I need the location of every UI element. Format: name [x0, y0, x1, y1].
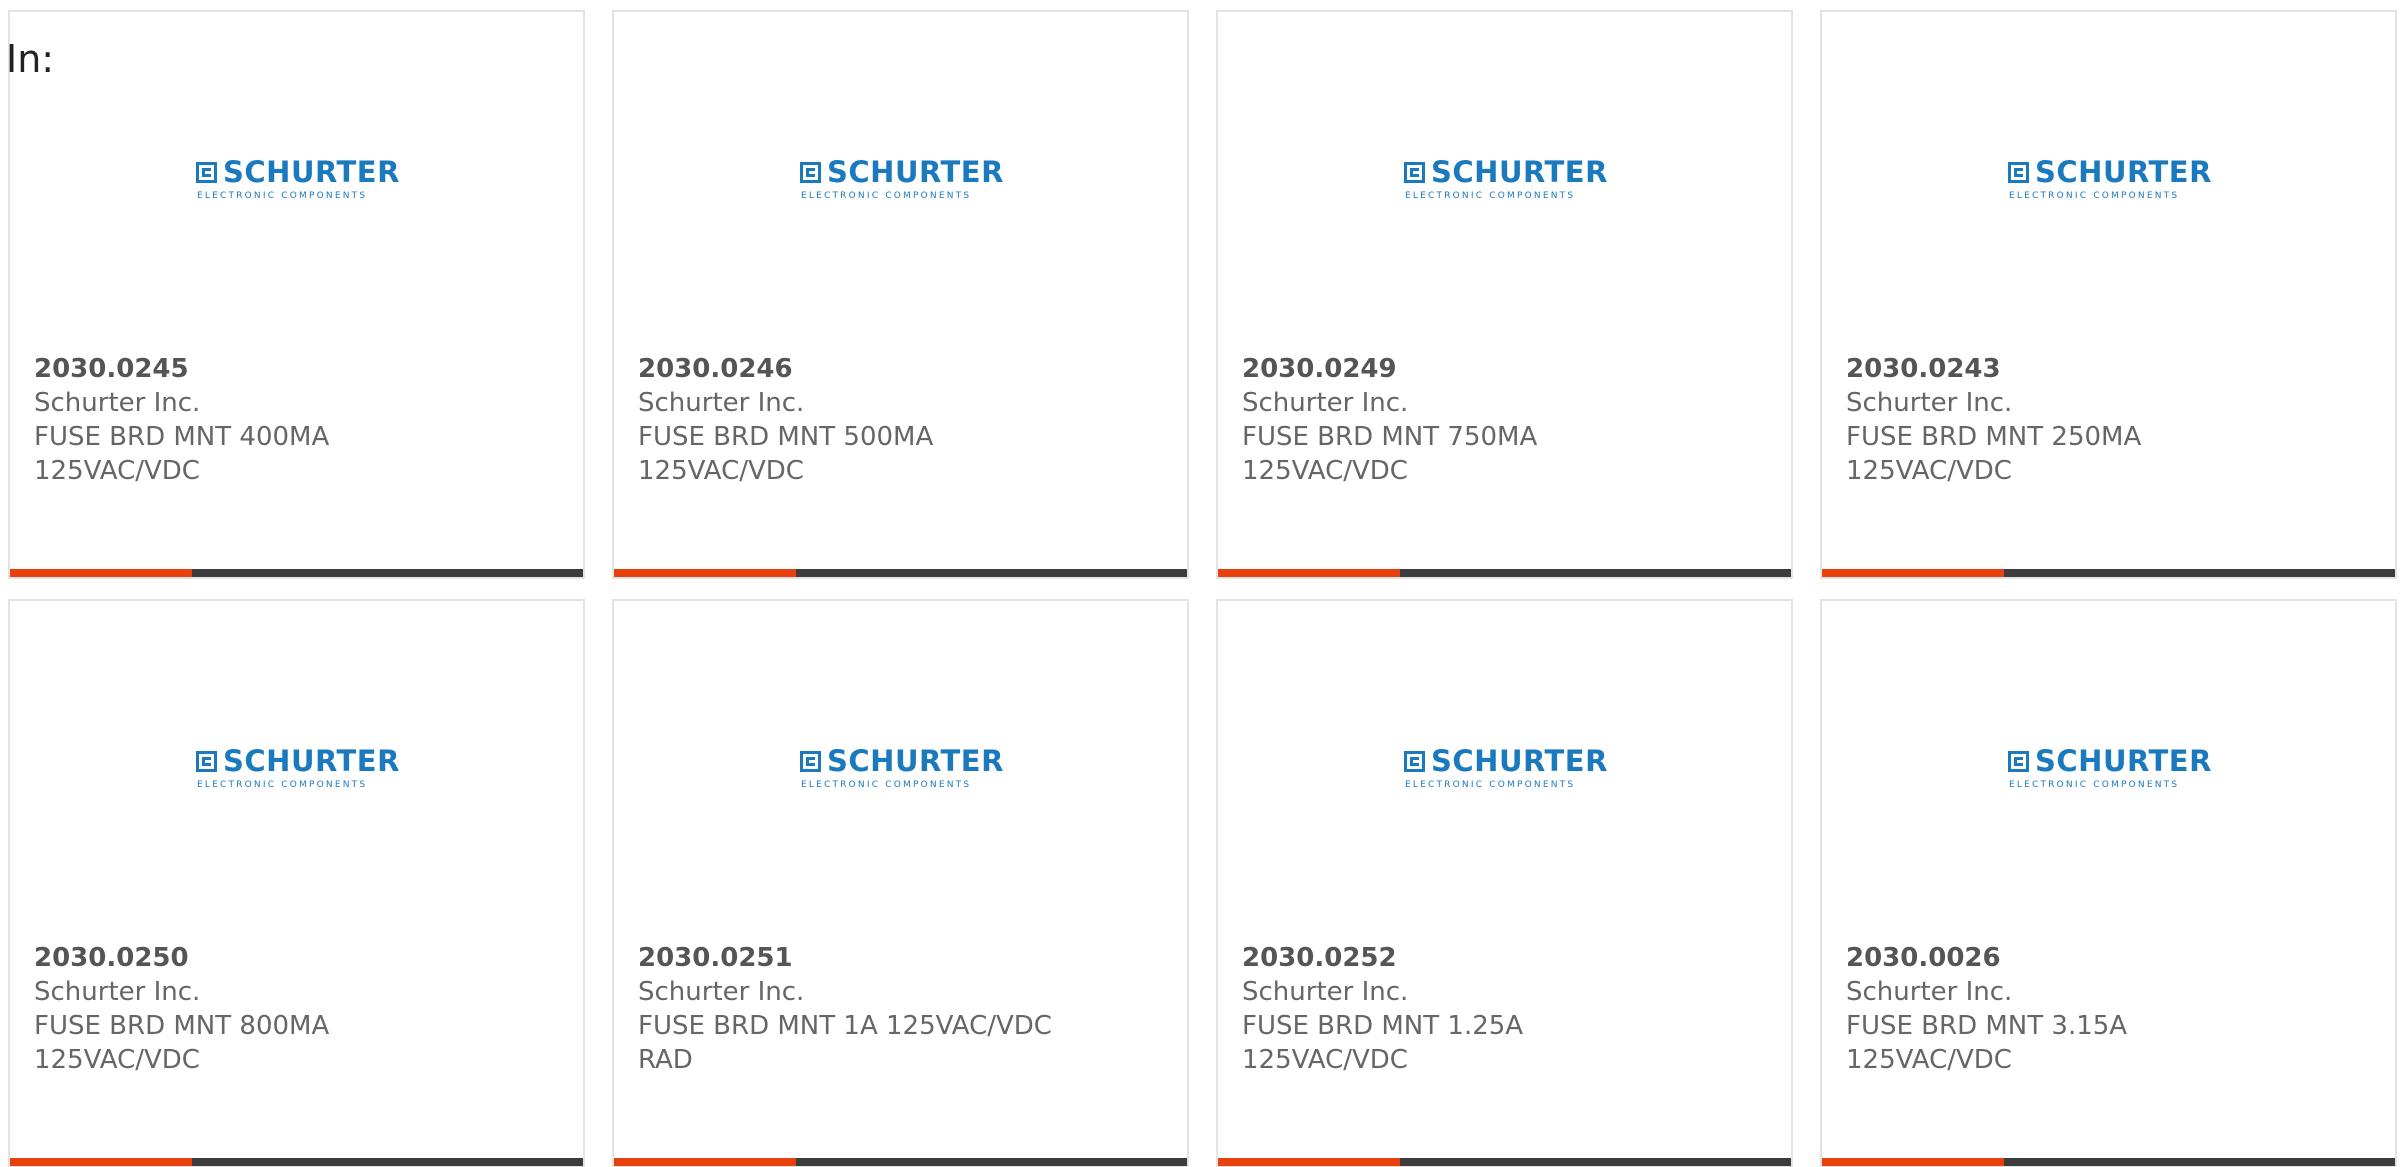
product-info: 2030.0250 Schurter Inc. FUSE BRD MNT 800… — [34, 941, 564, 1077]
part-number-link[interactable]: 2030.0245 — [34, 352, 564, 386]
part-number-link[interactable]: 2030.0249 — [1242, 352, 1772, 386]
card-bottom-bar — [614, 569, 1187, 577]
product-info: 2030.0249 Schurter Inc. FUSE BRD MNT 750… — [1242, 352, 1772, 488]
logo-tagline: ELECTRONIC COMPONENTS — [1405, 780, 1576, 790]
logo-wordmark: SCHURTER — [2035, 155, 2212, 189]
part-number-link[interactable]: 2030.0026 — [1846, 941, 2376, 975]
product-card[interactable]: SCHURTER ELECTRONIC COMPONENTS 2030.0246… — [612, 10, 1189, 579]
schurter-logo: SCHURTER ELECTRONIC COMPONENTS — [800, 155, 1004, 203]
card-bottom-bar — [1822, 569, 2395, 577]
manufacturer: Schurter Inc. — [34, 977, 201, 1007]
manufacturer: Schurter Inc. — [34, 388, 201, 418]
logo-tagline: ELECTRONIC COMPONENTS — [197, 191, 368, 201]
schurter-logo-mark-icon — [2008, 162, 2029, 183]
schurter-logo: SCHURTER ELECTRONIC COMPONENTS — [1404, 155, 1608, 203]
product-card[interactable]: SCHURTER ELECTRONIC COMPONENTS 2030.0250… — [8, 599, 585, 1167]
product-description: FUSE BRD MNT 1.25A 125VAC/VDC — [1242, 1011, 1524, 1075]
logo-wordmark: SCHURTER — [827, 155, 1004, 189]
product-card[interactable]: SCHURTER ELECTRONIC COMPONENTS 2030.0251… — [612, 599, 1189, 1167]
product-card[interactable]: SCHURTER ELECTRONIC COMPONENTS 2030.0252… — [1216, 599, 1793, 1167]
schurter-logo-mark-icon — [196, 162, 217, 183]
product-description: FUSE BRD MNT 250MA 125VAC/VDC — [1846, 422, 2142, 486]
card-bottom-bar — [10, 569, 583, 577]
product-card[interactable]: SCHURTER ELECTRONIC COMPONENTS 2030.0245… — [8, 10, 585, 579]
logo-wordmark: SCHURTER — [223, 155, 400, 189]
product-info: 2030.0252 Schurter Inc. FUSE BRD MNT 1.2… — [1242, 941, 1772, 1077]
schurter-logo: SCHURTER ELECTRONIC COMPONENTS — [2008, 155, 2212, 203]
schurter-logo-mark-icon — [800, 162, 821, 183]
product-card[interactable]: SCHURTER ELECTRONIC COMPONENTS 2030.0243… — [1820, 10, 2397, 579]
card-accent-bar — [10, 1158, 192, 1166]
product-description: FUSE BRD MNT 800MA 125VAC/VDC — [34, 1011, 330, 1075]
card-accent-bar — [1822, 569, 2004, 577]
logo-tagline: ELECTRONIC COMPONENTS — [801, 191, 972, 201]
card-bottom-bar — [614, 1158, 1187, 1166]
product-info: 2030.0251 Schurter Inc. FUSE BRD MNT 1A … — [638, 941, 1168, 1077]
schurter-logo-mark-icon — [800, 751, 821, 772]
product-description: FUSE BRD MNT 400MA 125VAC/VDC — [34, 422, 330, 486]
manufacturer: Schurter Inc. — [1242, 388, 1409, 418]
logo-tagline: ELECTRONIC COMPONENTS — [1405, 191, 1576, 201]
logo-wordmark: SCHURTER — [1431, 744, 1608, 778]
card-accent-bar — [614, 1158, 796, 1166]
logo-wordmark: SCHURTER — [2035, 744, 2212, 778]
schurter-logo: SCHURTER ELECTRONIC COMPONENTS — [800, 744, 1004, 792]
card-bottom-bar — [1218, 1158, 1791, 1166]
product-description: FUSE BRD MNT 1A 125VAC/VDC RAD — [638, 1011, 1052, 1075]
part-number-link[interactable]: 2030.0250 — [34, 941, 564, 975]
logo-wordmark: SCHURTER — [1431, 155, 1608, 189]
manufacturer: Schurter Inc. — [1846, 388, 2013, 418]
product-description: FUSE BRD MNT 750MA 125VAC/VDC — [1242, 422, 1538, 486]
schurter-logo-mark-icon — [2008, 751, 2029, 772]
card-accent-bar — [10, 569, 192, 577]
schurter-logo-mark-icon — [1404, 162, 1425, 183]
product-info: 2030.0245 Schurter Inc. FUSE BRD MNT 400… — [34, 352, 564, 488]
part-number-link[interactable]: 2030.0246 — [638, 352, 1168, 386]
manufacturer: Schurter Inc. — [1846, 977, 2013, 1007]
card-bottom-bar — [1822, 1158, 2395, 1166]
card-bottom-bar — [10, 1158, 583, 1166]
schurter-logo: SCHURTER ELECTRONIC COMPONENTS — [196, 744, 400, 792]
card-accent-bar — [614, 569, 796, 577]
product-card[interactable]: SCHURTER ELECTRONIC COMPONENTS 2030.0249… — [1216, 10, 1793, 579]
schurter-logo: SCHURTER ELECTRONIC COMPONENTS — [196, 155, 400, 203]
product-info: 2030.0246 Schurter Inc. FUSE BRD MNT 500… — [638, 352, 1168, 488]
logo-tagline: ELECTRONIC COMPONENTS — [2009, 780, 2180, 790]
logo-tagline: ELECTRONIC COMPONENTS — [801, 780, 972, 790]
logo-wordmark: SCHURTER — [223, 744, 400, 778]
manufacturer: Schurter Inc. — [638, 388, 805, 418]
schurter-logo-mark-icon — [196, 751, 217, 772]
card-accent-bar — [1218, 569, 1400, 577]
card-accent-bar — [1822, 1158, 2004, 1166]
card-accent-bar — [1218, 1158, 1400, 1166]
product-info: 2030.0243 Schurter Inc. FUSE BRD MNT 250… — [1846, 352, 2376, 488]
logo-tagline: ELECTRONIC COMPONENTS — [2009, 191, 2180, 201]
logo-tagline: ELECTRONIC COMPONENTS — [197, 780, 368, 790]
product-description: FUSE BRD MNT 500MA 125VAC/VDC — [638, 422, 934, 486]
product-card[interactable]: SCHURTER ELECTRONIC COMPONENTS 2030.0026… — [1820, 599, 2397, 1167]
part-number-link[interactable]: 2030.0252 — [1242, 941, 1772, 975]
part-number-link[interactable]: 2030.0243 — [1846, 352, 2376, 386]
product-info: 2030.0026 Schurter Inc. FUSE BRD MNT 3.1… — [1846, 941, 2376, 1077]
schurter-logo-mark-icon — [1404, 751, 1425, 772]
logo-wordmark: SCHURTER — [827, 744, 1004, 778]
product-grid-page: In: SCHURTER ELECTRONIC COMPONENTS 2030.… — [0, 0, 2400, 1167]
schurter-logo: SCHURTER ELECTRONIC COMPONENTS — [1404, 744, 1608, 792]
product-description: FUSE BRD MNT 3.15A 125VAC/VDC — [1846, 1011, 2128, 1075]
manufacturer: Schurter Inc. — [638, 977, 805, 1007]
schurter-logo: SCHURTER ELECTRONIC COMPONENTS — [2008, 744, 2212, 792]
manufacturer: Schurter Inc. — [1242, 977, 1409, 1007]
in-label: In: — [6, 37, 55, 81]
card-bottom-bar — [1218, 569, 1791, 577]
part-number-link[interactable]: 2030.0251 — [638, 941, 1168, 975]
